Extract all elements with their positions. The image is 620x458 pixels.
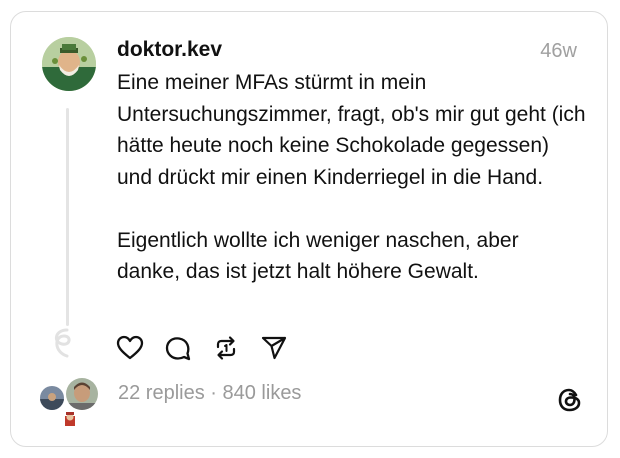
reply-button[interactable]	[164, 334, 192, 362]
share-button[interactable]	[260, 334, 288, 362]
comment-icon	[165, 337, 191, 361]
post-stats: 22 replies · 840 likes	[118, 382, 301, 405]
replies-count-link[interactable]: 22 replies	[118, 382, 205, 404]
replier-avatar	[38, 384, 66, 412]
likes-count-link[interactable]: 840 likes	[223, 382, 302, 404]
post-body-text: Eine meiner MFAs stürmt in mein Untersuc…	[117, 71, 586, 283]
share-icon	[261, 336, 287, 360]
like-button[interactable]	[116, 334, 144, 362]
author-username[interactable]: doktor.kev	[117, 38, 222, 62]
author-avatar[interactable]	[42, 37, 96, 91]
replier-avatars	[38, 376, 100, 432]
replier-avatar	[64, 376, 100, 412]
replier-avatar	[58, 408, 82, 432]
replier-avatar-image	[60, 410, 80, 430]
thread-connector-line	[66, 108, 69, 326]
repost-icon	[216, 336, 236, 360]
threads-logo-icon[interactable]	[556, 386, 584, 414]
repost-button[interactable]	[212, 334, 240, 362]
replier-avatar-image	[66, 378, 98, 410]
thread-loop-icon	[54, 328, 71, 358]
stats-separator: ·	[204, 382, 223, 404]
post-timestamp[interactable]: 46w	[540, 40, 577, 63]
heart-icon	[116, 335, 144, 360]
author-avatar-image	[42, 37, 96, 91]
replier-avatar-image	[40, 386, 64, 410]
